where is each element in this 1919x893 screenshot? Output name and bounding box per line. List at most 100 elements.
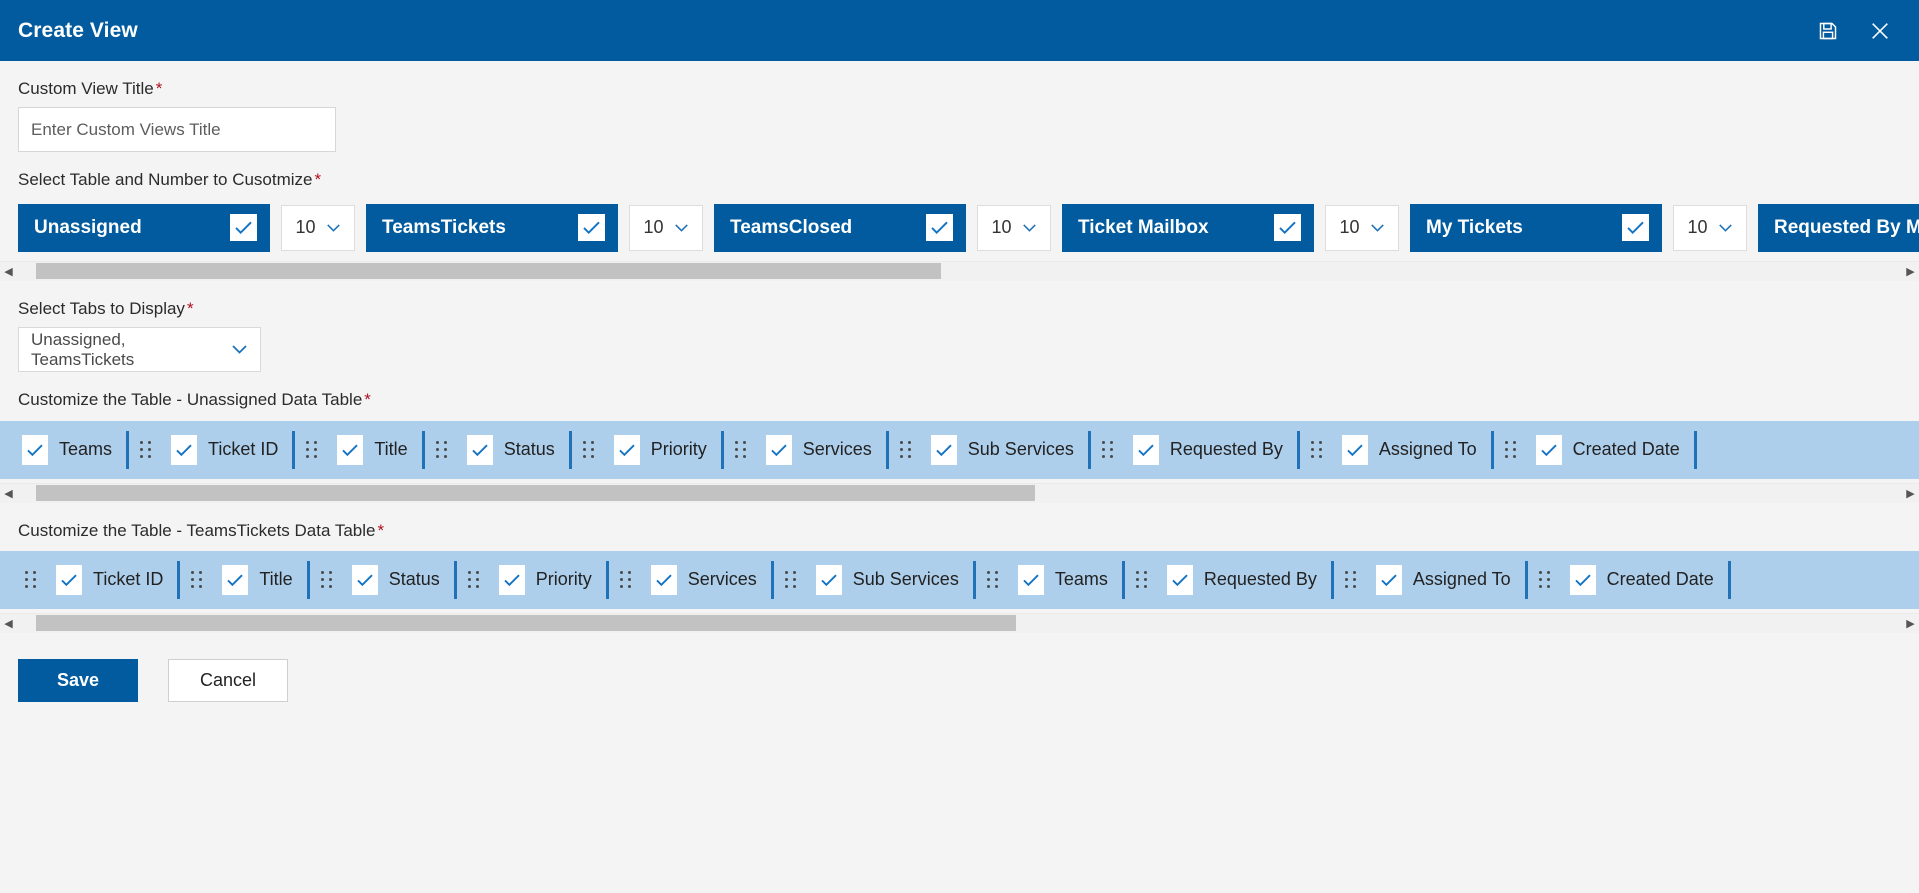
scrollbar-thumb[interactable] — [35, 615, 1017, 632]
drag-handle-icon[interactable] — [1538, 570, 1552, 590]
column-toggle-item[interactable]: Title — [329, 421, 421, 479]
table-chip[interactable]: TeamsClosed — [714, 203, 966, 252]
drag-handle-icon[interactable] — [1135, 570, 1149, 590]
column-toggle-item[interactable]: Created Date — [1528, 421, 1694, 479]
column-checkbox[interactable] — [650, 564, 677, 595]
column-toggle-item[interactable]: Created Date — [1562, 551, 1728, 609]
drag-handle-icon[interactable] — [986, 570, 1000, 590]
drag-handle-icon[interactable] — [582, 440, 596, 460]
unassigned-columns-scrollbar[interactable]: ◀ ▶ — [0, 482, 1919, 503]
table-chip-checkbox[interactable] — [926, 214, 953, 242]
drag-handle-icon[interactable] — [1504, 440, 1518, 460]
column-toggle-item[interactable]: Title — [214, 551, 306, 609]
column-checkbox[interactable] — [1569, 564, 1596, 595]
column-checkbox[interactable] — [498, 564, 525, 595]
column-toggle-item[interactable]: Ticket ID — [163, 421, 292, 479]
column-toggle-item[interactable]: Requested By — [1159, 551, 1331, 609]
column-toggle-item[interactable]: Assigned To — [1334, 421, 1491, 479]
drag-handle-icon[interactable] — [1344, 570, 1358, 590]
table-chip-checkbox[interactable] — [230, 214, 257, 242]
table-chip[interactable]: Ticket Mailbox — [1062, 203, 1314, 252]
row-count-select[interactable]: 10 — [1673, 204, 1747, 251]
cancel-button[interactable]: Cancel — [168, 658, 288, 702]
row-count-select[interactable]: 10 — [1325, 204, 1399, 251]
close-icon[interactable] — [1867, 18, 1893, 44]
drag-handle-icon[interactable] — [139, 440, 153, 460]
column-checkbox[interactable] — [1375, 564, 1402, 595]
unassigned-table-label: Customize the Table - Unassigned Data Ta… — [18, 372, 1901, 418]
column-toggle-item[interactable]: Ticket ID — [48, 551, 177, 609]
column-toggle-item[interactable]: Priority — [491, 551, 606, 609]
table-chip-checkbox[interactable] — [578, 214, 605, 242]
save-button[interactable]: Save — [18, 658, 138, 702]
scrollbar-trough[interactable] — [17, 485, 1902, 502]
column-checkbox[interactable] — [765, 434, 792, 465]
teamstickets-columns-scrollbar[interactable]: ◀ ▶ — [0, 612, 1919, 633]
drag-handle-icon[interactable] — [435, 440, 449, 460]
table-chip[interactable]: TeamsTickets — [366, 203, 618, 252]
scroll-left-arrow-icon[interactable]: ◀ — [0, 487, 17, 500]
drag-handle-icon[interactable] — [1101, 440, 1115, 460]
drag-handle-icon[interactable] — [619, 570, 633, 590]
column-checkbox[interactable] — [56, 564, 82, 595]
column-checkbox[interactable] — [1535, 434, 1562, 465]
column-toggle-item[interactable]: Priority — [606, 421, 721, 479]
column-checkbox[interactable] — [222, 564, 249, 595]
scroll-left-arrow-icon[interactable]: ◀ — [0, 265, 17, 278]
tabs-display-select[interactable]: Unassigned, TeamsTickets — [18, 327, 261, 373]
column-checkbox[interactable] — [613, 434, 640, 465]
column-toggle-item[interactable]: Requested By — [1125, 421, 1297, 479]
column-checkbox[interactable] — [351, 564, 378, 595]
scrollbar-thumb[interactable] — [35, 485, 1035, 502]
column-toggle-item[interactable]: Teams — [1010, 551, 1122, 609]
column-toggle-item[interactable]: Status — [344, 551, 454, 609]
column-checkbox[interactable] — [1166, 564, 1193, 595]
table-chip[interactable]: Requested By Me — [1758, 203, 1919, 252]
column-checkbox[interactable] — [930, 434, 957, 465]
scrollbar-thumb[interactable] — [35, 263, 941, 280]
column-checkbox[interactable] — [337, 434, 364, 465]
column-checkbox[interactable] — [171, 434, 198, 465]
table-chip-checkbox[interactable] — [1622, 214, 1649, 242]
column-toggle-item[interactable]: Sub Services — [808, 551, 973, 609]
column-checkbox[interactable] — [1132, 434, 1159, 465]
column-toggle-item[interactable]: Assigned To — [1368, 551, 1525, 609]
column-label: Assigned To — [1412, 569, 1511, 590]
row-count-select[interactable]: 10 — [629, 204, 703, 251]
custom-view-title-input[interactable] — [18, 107, 336, 153]
row-count-select[interactable]: 10 — [977, 204, 1051, 251]
column-checkbox[interactable] — [1341, 434, 1368, 465]
scrollbar-trough[interactable] — [17, 263, 1902, 280]
drag-handle-icon[interactable] — [305, 440, 319, 460]
save-floppy-icon[interactable] — [1815, 18, 1841, 44]
column-toggle-item[interactable]: Status — [459, 421, 569, 479]
scroll-left-arrow-icon[interactable]: ◀ — [0, 617, 17, 630]
drag-handle-icon[interactable] — [899, 440, 913, 460]
table-chips-scrollbar[interactable]: ◀ ▶ — [0, 260, 1919, 281]
drag-handle-icon[interactable] — [734, 440, 748, 460]
scroll-right-arrow-icon[interactable]: ▶ — [1902, 617, 1919, 630]
drag-handle-icon[interactable] — [24, 570, 38, 590]
row-count-select[interactable]: 10 — [281, 204, 355, 251]
scrollbar-trough[interactable] — [17, 615, 1902, 632]
drag-handle-icon[interactable] — [320, 570, 334, 590]
column-label: Priority — [535, 569, 592, 590]
column-toggle-item[interactable]: Services — [758, 421, 886, 479]
drag-handle-icon[interactable] — [784, 570, 798, 590]
column-toggle-item[interactable]: Teams — [14, 421, 126, 479]
drag-handle-icon[interactable] — [190, 570, 204, 590]
column-checkbox[interactable] — [1017, 564, 1044, 595]
column-checkbox[interactable] — [466, 434, 493, 465]
table-chip[interactable]: My Tickets — [1410, 203, 1662, 252]
column-toggle-item[interactable]: Sub Services — [923, 421, 1088, 479]
scroll-right-arrow-icon[interactable]: ▶ — [1902, 265, 1919, 278]
table-chip-checkbox[interactable] — [1274, 214, 1301, 242]
drag-handle-icon[interactable] — [467, 570, 481, 590]
scroll-right-arrow-icon[interactable]: ▶ — [1902, 487, 1919, 500]
column-toggle-item[interactable]: Services — [643, 551, 771, 609]
table-chip[interactable]: Unassigned — [18, 203, 270, 252]
drag-handle-icon[interactable] — [1310, 440, 1324, 460]
custom-view-title-label-text: Custom View Title — [18, 79, 154, 98]
column-checkbox[interactable] — [815, 564, 842, 595]
column-checkbox[interactable] — [22, 434, 48, 465]
